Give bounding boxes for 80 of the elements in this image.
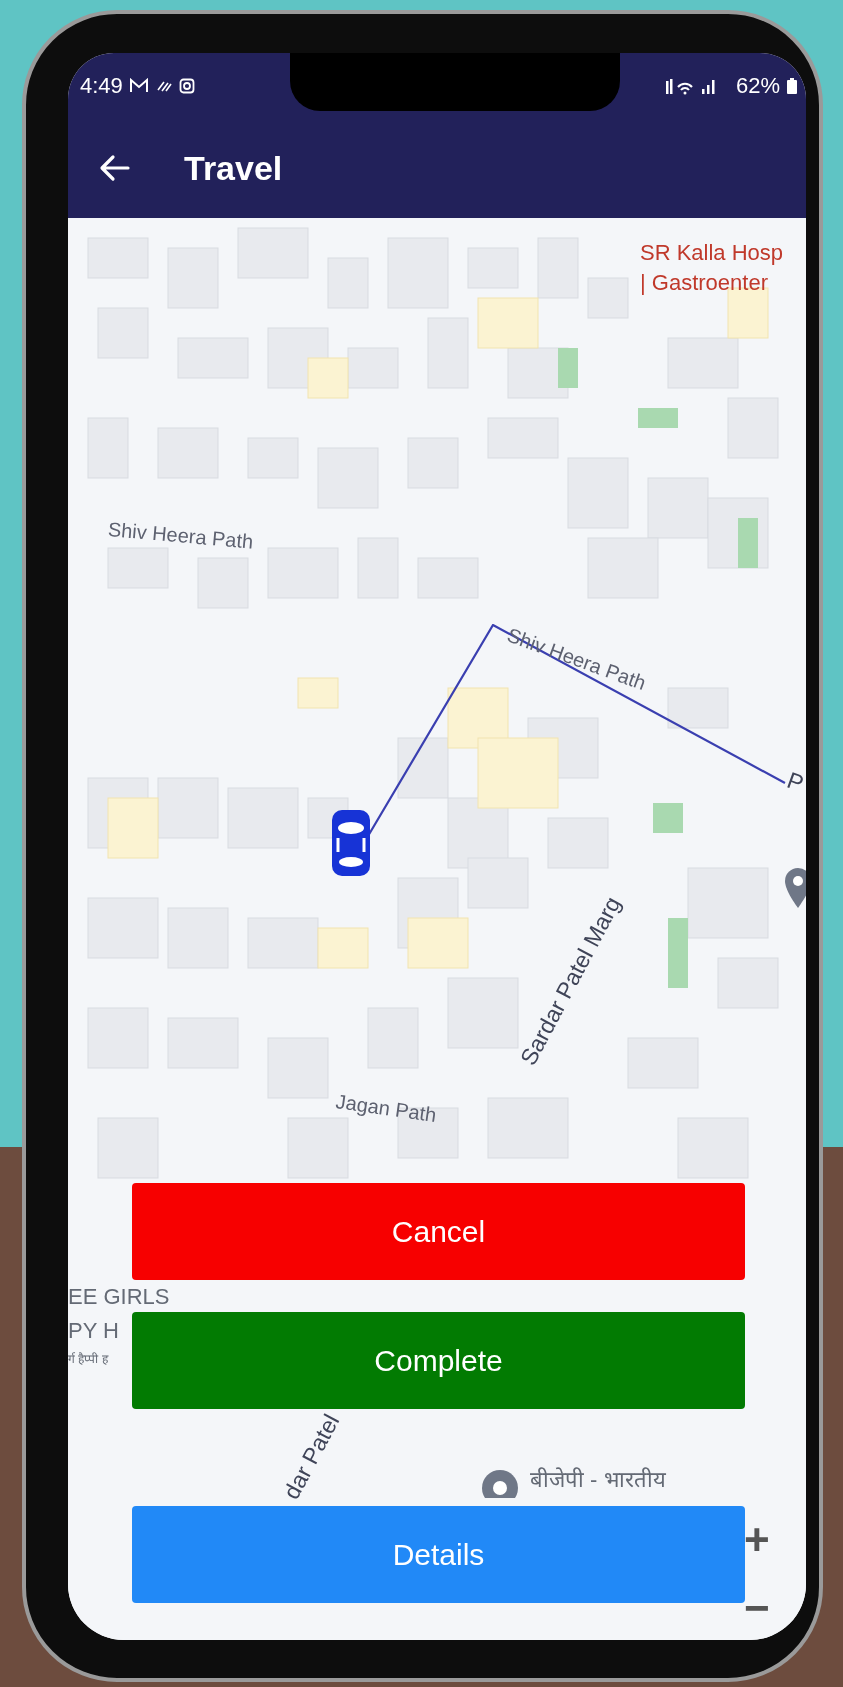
action-button[interactable]: Details (132, 1506, 745, 1603)
park-area (668, 918, 688, 988)
building-shape (237, 227, 309, 279)
map-pin-icon (783, 866, 806, 910)
building-shape (317, 927, 369, 969)
screen-title: Travel (184, 148, 283, 188)
map-label: र्ग हैप्पी ह (68, 1351, 108, 1367)
building-shape (157, 777, 219, 839)
car-icon (330, 808, 372, 878)
building-shape (247, 437, 299, 479)
building-shape (357, 537, 399, 599)
park-area (738, 518, 758, 568)
map-label: | Gastroenter (640, 270, 768, 296)
building-shape (107, 547, 169, 589)
map-label: Jagan Path (334, 1090, 438, 1127)
map-label: P (783, 766, 806, 798)
building-shape (677, 1117, 749, 1179)
map-label: बीजेपी - भारतीय (530, 1466, 666, 1493)
building-shape (417, 557, 479, 599)
action-button[interactable]: Cancel (132, 1183, 745, 1280)
building-shape (167, 907, 229, 969)
building-shape (347, 347, 399, 389)
building-shape (667, 687, 729, 729)
status-time: 4:49 (80, 72, 123, 99)
building-shape (407, 917, 469, 969)
building-shape (467, 247, 519, 289)
building-shape (367, 1007, 419, 1069)
building-shape (267, 547, 339, 599)
building-shape (447, 977, 519, 1049)
building-shape (197, 557, 249, 609)
battery-icon (786, 76, 798, 95)
building-shape (87, 1007, 149, 1069)
building-shape (247, 917, 319, 969)
map-label: Shiv Heera Path (504, 623, 649, 696)
building-shape (227, 787, 299, 849)
zoom-button[interactable]: − (744, 1586, 770, 1630)
park-area (653, 803, 683, 833)
building-shape (327, 257, 369, 309)
park-area (558, 348, 578, 388)
building-shape (87, 897, 159, 959)
map-label: SR Kalla Hosp (640, 240, 784, 266)
building-shape (157, 427, 219, 479)
building-shape (167, 247, 219, 309)
mail-icon (128, 77, 149, 94)
camera-icon (178, 77, 195, 94)
map-label: EE GIRLS (68, 1284, 170, 1310)
action-button[interactable]: Complete (132, 1312, 745, 1409)
place-marker-icon (480, 1468, 520, 1498)
building-shape (267, 1037, 329, 1099)
building-shape (87, 237, 149, 279)
building-shape (487, 417, 559, 459)
building-shape (547, 817, 609, 869)
building-shape (97, 1117, 159, 1179)
building-shape (567, 457, 629, 529)
map-label: Shiv Heera Path (107, 518, 255, 554)
building-shape (167, 1017, 239, 1069)
building-shape (397, 737, 449, 799)
building-shape (297, 677, 339, 709)
building-shape (587, 277, 629, 319)
building-shape (727, 397, 779, 459)
battery-percent: 62% (735, 72, 780, 99)
building-shape (587, 537, 659, 599)
building-shape (427, 317, 469, 389)
building-shape (97, 307, 149, 359)
map-label: dar Patel (278, 1409, 346, 1504)
building-shape (627, 1037, 699, 1089)
zoom-button[interactable]: + (744, 1518, 770, 1562)
park-area (638, 408, 678, 428)
building-shape (447, 687, 509, 749)
building-shape (387, 237, 449, 309)
building-shape (317, 447, 379, 509)
map-label: PY H (68, 1318, 119, 1344)
building-shape (467, 857, 529, 909)
building-shape (177, 337, 249, 379)
building-shape (287, 1117, 349, 1179)
building-shape (647, 477, 709, 539)
building-shape (717, 957, 779, 1009)
building-shape (407, 437, 459, 489)
building-shape (87, 417, 129, 479)
building-shape (107, 797, 159, 859)
